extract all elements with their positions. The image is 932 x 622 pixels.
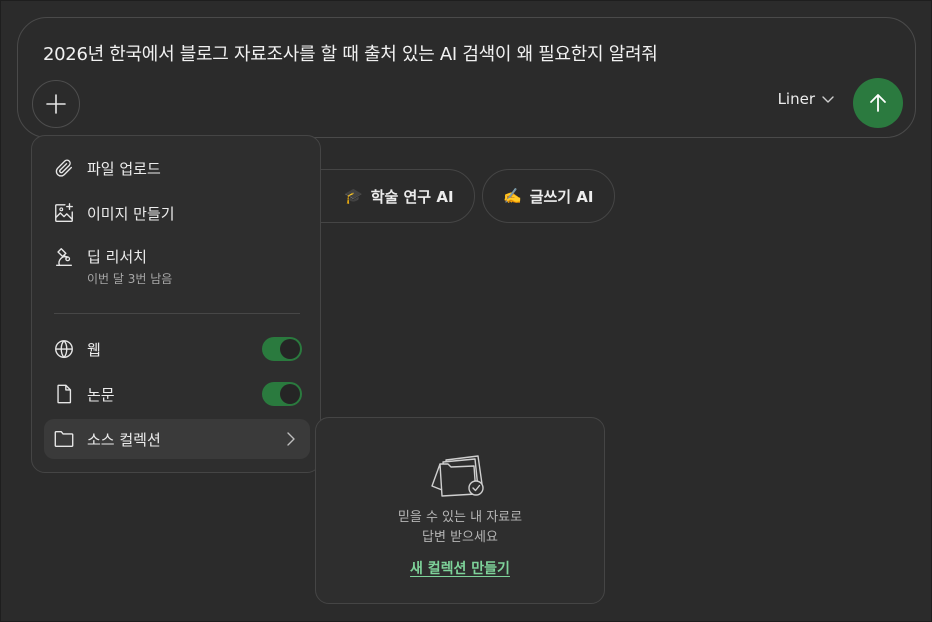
web-toggle[interactable] bbox=[262, 337, 302, 361]
menu-item-source-collection[interactable]: 소스 컬렉션 bbox=[44, 419, 310, 459]
folder-icon bbox=[53, 428, 75, 450]
plus-icon bbox=[46, 94, 66, 114]
new-collection-link[interactable]: 새 컬렉션 만들기 bbox=[410, 558, 510, 578]
chip-writing-ai[interactable]: ✍️ 글쓰기 AI bbox=[482, 169, 615, 223]
menu-item-label: 웹 bbox=[87, 340, 101, 359]
menu-item-create-image[interactable]: 이미지 만들기 bbox=[44, 193, 310, 233]
document-stack-check-icon bbox=[431, 455, 484, 497]
chevron-down-icon bbox=[822, 96, 834, 103]
image-sparkle-icon bbox=[53, 202, 75, 224]
send-button[interactable] bbox=[853, 78, 903, 128]
prompt-box[interactable]: 2026년 한국에서 블로그 자료조사를 할 때 출처 있는 AI 검색이 왜 … bbox=[17, 17, 916, 138]
deep-research-remaining: 이번 달 3번 남음 bbox=[87, 272, 173, 286]
chip-label: 글쓰기 AI bbox=[529, 187, 594, 206]
menu-item-label: 소스 컬렉션 bbox=[87, 430, 161, 449]
chevron-right-icon bbox=[287, 432, 295, 446]
document-icon bbox=[53, 383, 75, 405]
microscope-icon bbox=[53, 246, 75, 268]
arrow-up-icon bbox=[870, 94, 886, 112]
globe-icon bbox=[53, 338, 75, 360]
menu-item-label: 딥 리서치 bbox=[87, 248, 147, 266]
attach-menu: 파일 업로드 이미지 만들기 딥 리서치 이번 달 3번 남음 웹 논문 소스 … bbox=[31, 135, 321, 473]
menu-item-file-upload[interactable]: 파일 업로드 bbox=[44, 148, 310, 188]
popover-line-1: 믿을 수 있는 내 자료로 bbox=[397, 510, 523, 525]
menu-item-paper[interactable]: 논문 bbox=[44, 374, 310, 414]
paper-toggle[interactable] bbox=[262, 382, 302, 406]
popover-line-2: 답변 받으세요 bbox=[422, 530, 498, 545]
menu-item-label: 이미지 만들기 bbox=[87, 204, 175, 223]
collection-popover: 믿을 수 있는 내 자료로 답변 받으세요 새 컬렉션 만들기 bbox=[315, 417, 605, 604]
model-label: Liner bbox=[777, 90, 815, 108]
menu-item-label: 파일 업로드 bbox=[87, 159, 161, 178]
model-select[interactable]: Liner bbox=[778, 90, 835, 108]
attach-button[interactable] bbox=[32, 80, 80, 128]
paperclip-icon bbox=[53, 157, 75, 179]
menu-item-web[interactable]: 웹 bbox=[44, 329, 310, 369]
graduation-cap-icon: 🎓 bbox=[344, 187, 363, 205]
menu-item-label: 논문 bbox=[87, 385, 115, 404]
chip-label: 학술 연구 AI bbox=[370, 187, 454, 206]
menu-item-deep-research[interactable]: 딥 리서치 이번 달 3번 남음 bbox=[44, 238, 310, 290]
menu-divider bbox=[54, 313, 300, 314]
popover-description: 믿을 수 있는 내 자료로 답변 받으세요 bbox=[398, 508, 522, 548]
prompt-input[interactable]: 2026년 한국에서 블로그 자료조사를 할 때 출처 있는 AI 검색이 왜 … bbox=[43, 40, 658, 66]
writing-hand-icon: ✍️ bbox=[503, 187, 522, 205]
